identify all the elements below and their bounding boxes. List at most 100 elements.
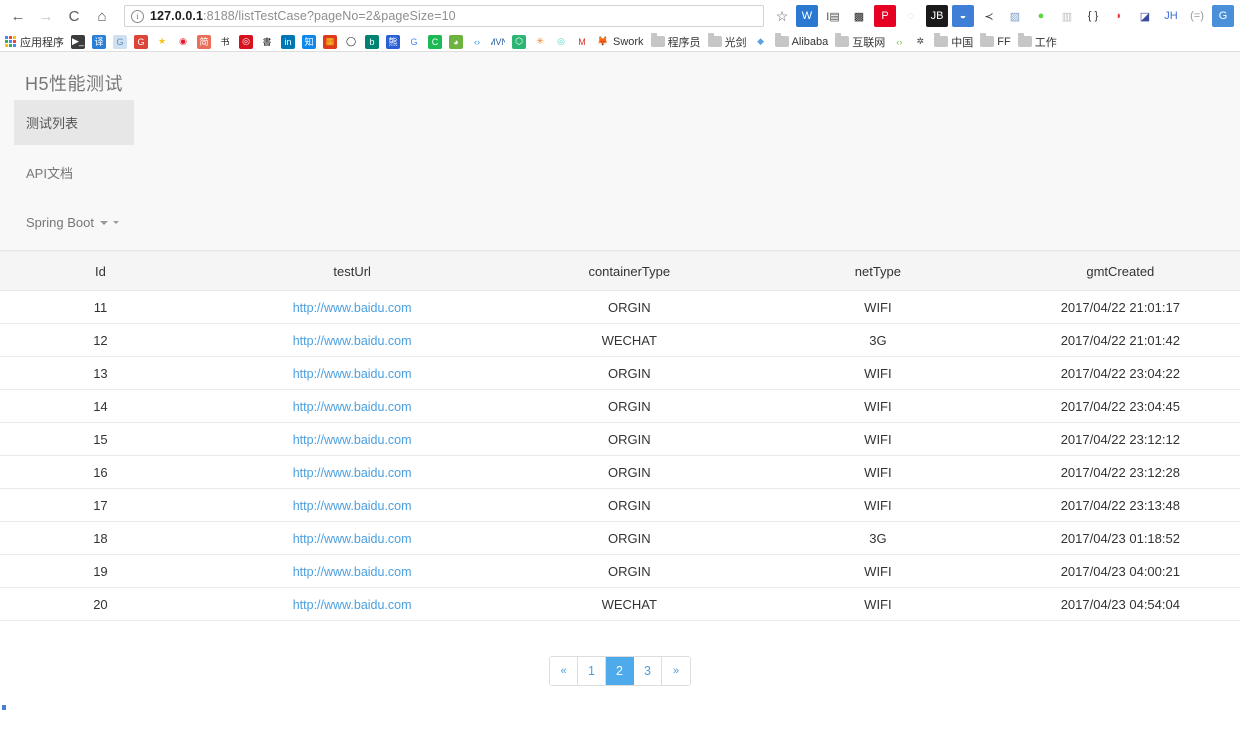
test-url-link[interactable]: http://www.baidu.com (293, 301, 412, 315)
home-icon[interactable]: ⌂ (88, 2, 116, 30)
folder-zhongguo[interactable]: 中国 (932, 33, 975, 51)
site-info-icon[interactable]: i (131, 9, 144, 23)
test-url-link[interactable]: http://www.baidu.com (293, 565, 412, 579)
adblock-extension-icon[interactable]: ◪ (1134, 5, 1156, 27)
table-row: 13 http://www.baidu.com ORGIN WIFI 2017/04/2… (0, 356, 1240, 390)
colorful-bookmark[interactable]: ▦ (321, 33, 339, 51)
test-case-table: Id testUrl containerType netType gmtCrea… (0, 251, 1240, 621)
jetbrains-extension-icon[interactable]: JB (926, 5, 948, 27)
google-translate-bookmark[interactable]: G (111, 33, 129, 51)
weibo-bookmark[interactable]: ◉ (174, 33, 192, 51)
pocket-extension-icon[interactable]: ◒ (952, 5, 974, 27)
baidu-bookmark[interactable]: 熊 (384, 33, 402, 51)
github-bookmark[interactable]: ◯ (342, 33, 360, 51)
terminal-bookmark[interactable]: ▶_ (69, 33, 87, 51)
column-header-container-type[interactable]: containerType (503, 251, 756, 291)
pagination-next[interactable]: » (662, 657, 690, 685)
cell-net-type: WIFI (755, 455, 1001, 489)
mvn-bookmark[interactable]: MVN (489, 33, 507, 51)
pagination-page-2[interactable]: 2 (606, 657, 634, 685)
share-extension-icon[interactable]: ≺ (978, 5, 1000, 27)
pinterest-extension-icon[interactable]: P (874, 5, 896, 27)
test-url-link[interactable]: http://www.baidu.com (293, 334, 412, 348)
translate-bookmark[interactable]: 译 (90, 33, 108, 51)
gear-bookmark[interactable]: ✲ (911, 33, 929, 51)
test-url-link[interactable]: http://www.baidu.com (293, 367, 412, 381)
equals-extension-icon[interactable]: (=) (1186, 5, 1208, 27)
test-url-link[interactable]: http://www.baidu.com (293, 598, 412, 612)
column-header-net-type[interactable]: netType (755, 251, 1001, 291)
folder-chengxuyuan[interactable]: 程序员 (649, 33, 703, 51)
gmail-bookmark[interactable]: M (573, 33, 591, 51)
test-url-link[interactable]: http://www.baidu.com (293, 400, 412, 414)
wps-extension-icon[interactable]: W (796, 5, 818, 27)
column-header-id[interactable]: Id (0, 251, 201, 291)
test-url-link[interactable]: http://www.baidu.com (293, 499, 412, 513)
google-bookmark[interactable]: G (405, 33, 423, 51)
column-header-test-url[interactable]: testUrl (200, 251, 504, 291)
linkedin-bookmark[interactable]: in (279, 33, 297, 51)
apps-grid[interactable]: 应用程序 (3, 33, 66, 51)
sidebar-item-test-list[interactable]: 测试列表 (14, 100, 134, 145)
bing-bookmark[interactable]: b (363, 33, 381, 51)
address-bar[interactable]: i 127.0.0.1:8188/listTestCase?pageNo=2&p… (124, 5, 764, 27)
image-extension-icon[interactable]: I▤ (822, 5, 844, 27)
netease-music-bookmark[interactable]: ◎ (237, 33, 255, 51)
zhihu-bookmark[interactable]: 知 (300, 33, 318, 51)
bookmark-star-icon[interactable]: ☆ (770, 4, 794, 28)
bookmark-label: 应用程序 (20, 36, 64, 49)
pagination-page-3[interactable]: 3 (634, 657, 662, 685)
record-extension-icon[interactable]: ◗ (1108, 5, 1130, 27)
code-bookmark[interactable]: ‹› (468, 33, 486, 51)
google-plus-bookmark[interactable]: G (132, 33, 150, 51)
code-green-bookmark[interactable]: ‹› (890, 33, 908, 51)
test-url-link[interactable]: http://www.baidu.com (293, 433, 412, 447)
test-url-link[interactable]: http://www.baidu.com (293, 532, 412, 546)
chevron-down-icon-secondary[interactable] (112, 221, 119, 224)
jianshu-bookmark[interactable]: 简 (195, 33, 213, 51)
infinity-bookmark[interactable]: ◎ (552, 33, 570, 51)
gear-orange-bookmark[interactable]: ✳ (531, 33, 549, 51)
google-translate-extension-icon[interactable]: G (1212, 5, 1234, 27)
qrcode-extension-icon[interactable]: ▩ (848, 5, 870, 27)
folder-gongzuo[interactable]: 工作 (1016, 33, 1059, 51)
green-dot-extension-icon[interactable]: ● (1030, 5, 1052, 27)
sidebar-item-spring-boot[interactable]: Spring Boot (14, 200, 134, 245)
sidebar-item-api-doc[interactable]: API文档 (14, 150, 134, 195)
table-header-row: Id testUrl containerType netType gmtCrea… (0, 251, 1240, 291)
jh-extension-icon[interactable]: JH (1160, 5, 1182, 27)
book-bookmark[interactable]: 書 (258, 33, 276, 51)
folder-alibaba[interactable]: Alibaba (773, 33, 831, 51)
folder-ff[interactable]: FF (978, 33, 1012, 51)
reload-icon[interactable]: C (60, 2, 88, 30)
bookmark-label: 光剑 (724, 36, 747, 49)
screenshot-extension-icon[interactable]: ▨ (1004, 5, 1026, 27)
folder-guangjian[interactable]: 光剑 (706, 33, 749, 51)
cell-test-url: http://www.baidu.com (200, 554, 504, 588)
cell-gmt-created: 2017/04/23 04:54:04 (1000, 587, 1240, 621)
sketch-bookmark[interactable]: ◆ (752, 33, 770, 51)
code-green-icon: ‹› (892, 34, 907, 49)
chevron-down-icon[interactable] (99, 220, 108, 225)
cell-id: 14 (0, 389, 201, 423)
cell-gmt-created: 2017/04/22 21:01:17 (1000, 290, 1240, 324)
pagination-zone: «1 2 3» (0, 621, 1240, 686)
pagination-page-1[interactable]: 1 (578, 657, 606, 685)
gitlab-bookmark[interactable]: 🦊 Swork (594, 33, 646, 51)
leaf-bookmark[interactable]: ◕ (447, 33, 465, 51)
json-extension-icon[interactable]: { } (1082, 5, 1104, 27)
cell-gmt-created: 2017/04/22 23:04:22 (1000, 356, 1240, 390)
c-green-bookmark[interactable]: C (426, 33, 444, 51)
gitlab-icon: 🦊 (596, 34, 610, 49)
back-icon[interactable]: ← (4, 2, 32, 30)
column-header-gmt-created[interactable]: gmtCreated (1000, 251, 1240, 291)
test-url-link[interactable]: http://www.baidu.com (293, 466, 412, 480)
folder-hulianwang[interactable]: 互联网 (833, 33, 887, 51)
calligraphy-bookmark[interactable]: 书 (216, 33, 234, 51)
pagination-prev[interactable]: « (550, 657, 578, 685)
hex-green-bookmark[interactable]: ⬡ (510, 33, 528, 51)
star-bookmark[interactable]: ★ (153, 33, 171, 51)
table-row: 17 http://www.baidu.com ORGIN WIFI 2017/04/2… (0, 488, 1240, 522)
columns-extension-icon[interactable]: ▥ (1056, 5, 1078, 27)
circle-gray-extension-icon[interactable]: ◌ (900, 5, 922, 27)
